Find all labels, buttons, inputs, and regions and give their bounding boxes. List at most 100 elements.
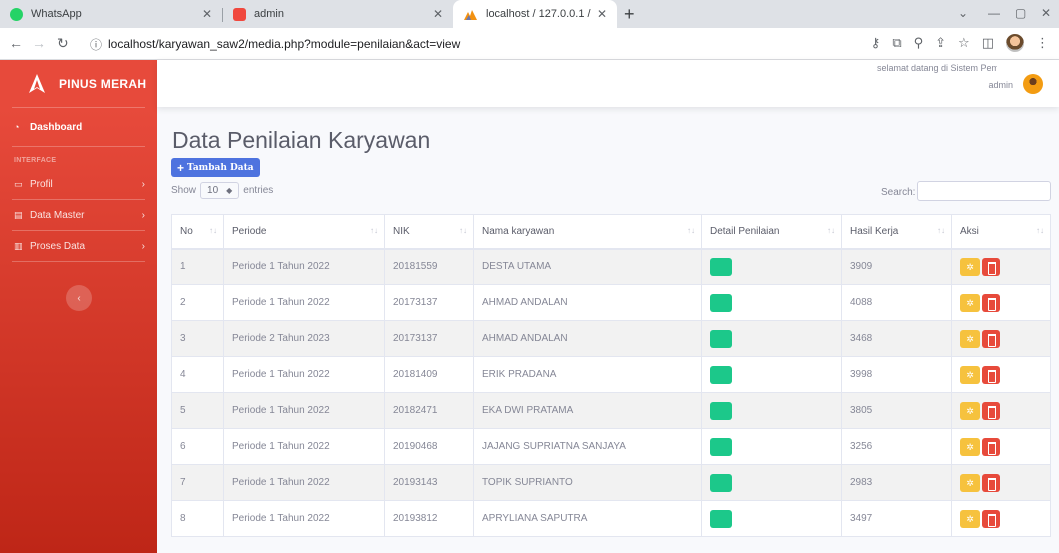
cell-hasil: 3909 [841,248,952,285]
sidebar-item-profil[interactable]: ▭ Profil › [0,169,157,199]
add-data-button[interactable]: + Tambah Data [171,158,260,177]
detail-button[interactable] [710,401,732,420]
detail-button[interactable] [710,509,732,528]
cell-nama: JAJANG SUPRIATNA SANJAYA [473,428,702,465]
tab-title: admin [254,8,284,20]
select-arrows-icon: ◆ [226,186,233,195]
length-control: Show 10 ◆ entries [171,182,273,199]
column-header-nik[interactable]: NIK ↑↓ [384,214,474,250]
sidebar-brand[interactable]: PINUS MERAH [0,60,157,107]
delete-button[interactable] [982,365,1000,384]
window-close-icon[interactable]: ✕ [1041,6,1051,20]
gear-icon: ✲ [966,261,974,272]
whatsapp-icon [10,7,23,21]
share-icon[interactable]: ⇪ [935,35,946,51]
delete-button[interactable] [982,437,1000,456]
sidebar-item-proses-data[interactable]: ▥ Proses Data › [0,231,157,261]
search-input[interactable] [917,181,1051,201]
sidebar-item-dashboard[interactable]: ◔ Dashboard [0,108,157,146]
menu-kebab-icon[interactable]: ⋮ [1036,35,1049,51]
back-icon[interactable]: ← [9,35,23,51]
edit-button[interactable]: ✲ [960,257,980,276]
translate-icon[interactable]: ⧉ [892,35,901,51]
entries-value: 10 [207,185,219,196]
sidebar-item-label: Dashboard [30,121,83,133]
chevron-down-icon[interactable]: ⌄ [958,6,968,20]
cell-nik: 20190468 [384,428,474,465]
column-header-no[interactable]: No ↑↓ [171,214,224,250]
sidebar-heading: INTERFACE [14,157,57,164]
profile-avatar[interactable] [1006,34,1024,52]
detail-button[interactable] [710,329,732,348]
zoom-icon[interactable]: ⚲ [914,35,924,51]
cell-periode: Periode 1 Tahun 2022 [223,464,385,501]
minimize-icon[interactable]: — [988,6,1000,20]
edit-button[interactable]: ✲ [960,329,980,348]
new-tab-button[interactable]: + [624,4,635,25]
cell-nama: ERIK PRADANA [473,356,702,393]
edit-button[interactable]: ✲ [960,401,980,420]
column-header-hasil[interactable]: Hasil Kerja ↑↓ [841,214,952,250]
delete-button[interactable] [982,473,1000,492]
tab-admin[interactable]: admin ✕ [223,0,453,28]
bookmark-star-icon[interactable]: ☆ [958,35,970,51]
cell-nama: APRYLIANA SAPUTRA [473,500,702,537]
edit-button[interactable]: ✲ [960,437,980,456]
delete-button[interactable] [982,257,1000,276]
gear-icon: ✲ [966,333,974,344]
info-icon[interactable]: ⓘ [90,36,102,53]
entries-select[interactable]: 10 ◆ [200,182,240,199]
column-header-detail[interactable]: Detail Penilaian ↑↓ [701,214,842,250]
edit-button[interactable]: ✲ [960,293,980,312]
dashboard-gauge-icon: ◔ [14,122,20,132]
detail-button[interactable] [710,473,732,492]
sidebar-item-label: Profil [30,178,53,190]
close-icon[interactable]: ✕ [202,7,212,21]
edit-button[interactable]: ✲ [960,365,980,384]
detail-button[interactable] [710,293,732,312]
key-icon[interactable]: ⚷ [871,35,881,51]
forward-icon[interactable]: → [32,35,46,51]
column-header-label: Periode [232,225,267,237]
user-name[interactable]: admin [988,80,1013,90]
sidebar-toggle-button[interactable]: ‹ [66,285,92,311]
cell-periode: Periode 1 Tahun 2022 [223,428,385,465]
delete-button[interactable] [982,401,1000,420]
cell-hasil: 2983 [841,464,952,501]
delete-button[interactable] [982,293,1000,312]
close-icon[interactable]: ✕ [433,7,443,21]
detail-button[interactable] [710,257,732,276]
sidebar-item-data-master[interactable]: ▤ Data Master › [0,200,157,230]
sidepanel-icon[interactable]: ◫ [982,35,994,51]
column-header-aksi[interactable]: Aksi ↑↓ [951,214,1051,250]
sort-arrows-icon: ↑↓ [209,226,217,235]
tab-whatsapp[interactable]: WhatsApp ✕ [0,0,222,28]
cell-no: 6 [171,428,224,465]
edit-button[interactable]: ✲ [960,509,980,528]
cell-hasil: 3497 [841,500,952,537]
column-header-periode[interactable]: Periode ↑↓ [223,214,385,250]
sort-arrows-icon: ↑↓ [459,226,467,235]
add-data-label: Tambah Data [187,162,254,173]
pine-logo-icon [27,73,47,95]
table-row: 2 Periode 1 Tahun 2022 20173137 AHMAD AN… [171,284,1051,321]
column-header-nama[interactable]: Nama karyawan ↑↓ [473,214,702,250]
cell-no: 8 [171,500,224,537]
edit-button[interactable]: ✲ [960,473,980,492]
cell-hasil: 3998 [841,356,952,393]
cell-aksi: ✲ [951,284,1051,321]
delete-button[interactable] [982,329,1000,348]
user-avatar[interactable] [1023,74,1043,94]
page-title: Data Penilaian Karyawan [172,127,431,153]
cell-detail [701,320,842,357]
maximize-icon[interactable]: ▢ [1015,6,1026,20]
table-icon: ▤ [14,209,23,220]
cell-periode: Periode 1 Tahun 2022 [223,284,385,321]
tab-phpmyadmin[interactable]: localhost / 127.0.0.1 / dtb_karyaw ✕ [453,0,617,28]
delete-button[interactable] [982,509,1000,528]
detail-button[interactable] [710,437,732,456]
detail-button[interactable] [710,365,732,384]
reload-icon[interactable]: ↻ [57,35,69,52]
cell-aksi: ✲ [951,392,1051,429]
close-icon[interactable]: ✕ [597,7,607,21]
